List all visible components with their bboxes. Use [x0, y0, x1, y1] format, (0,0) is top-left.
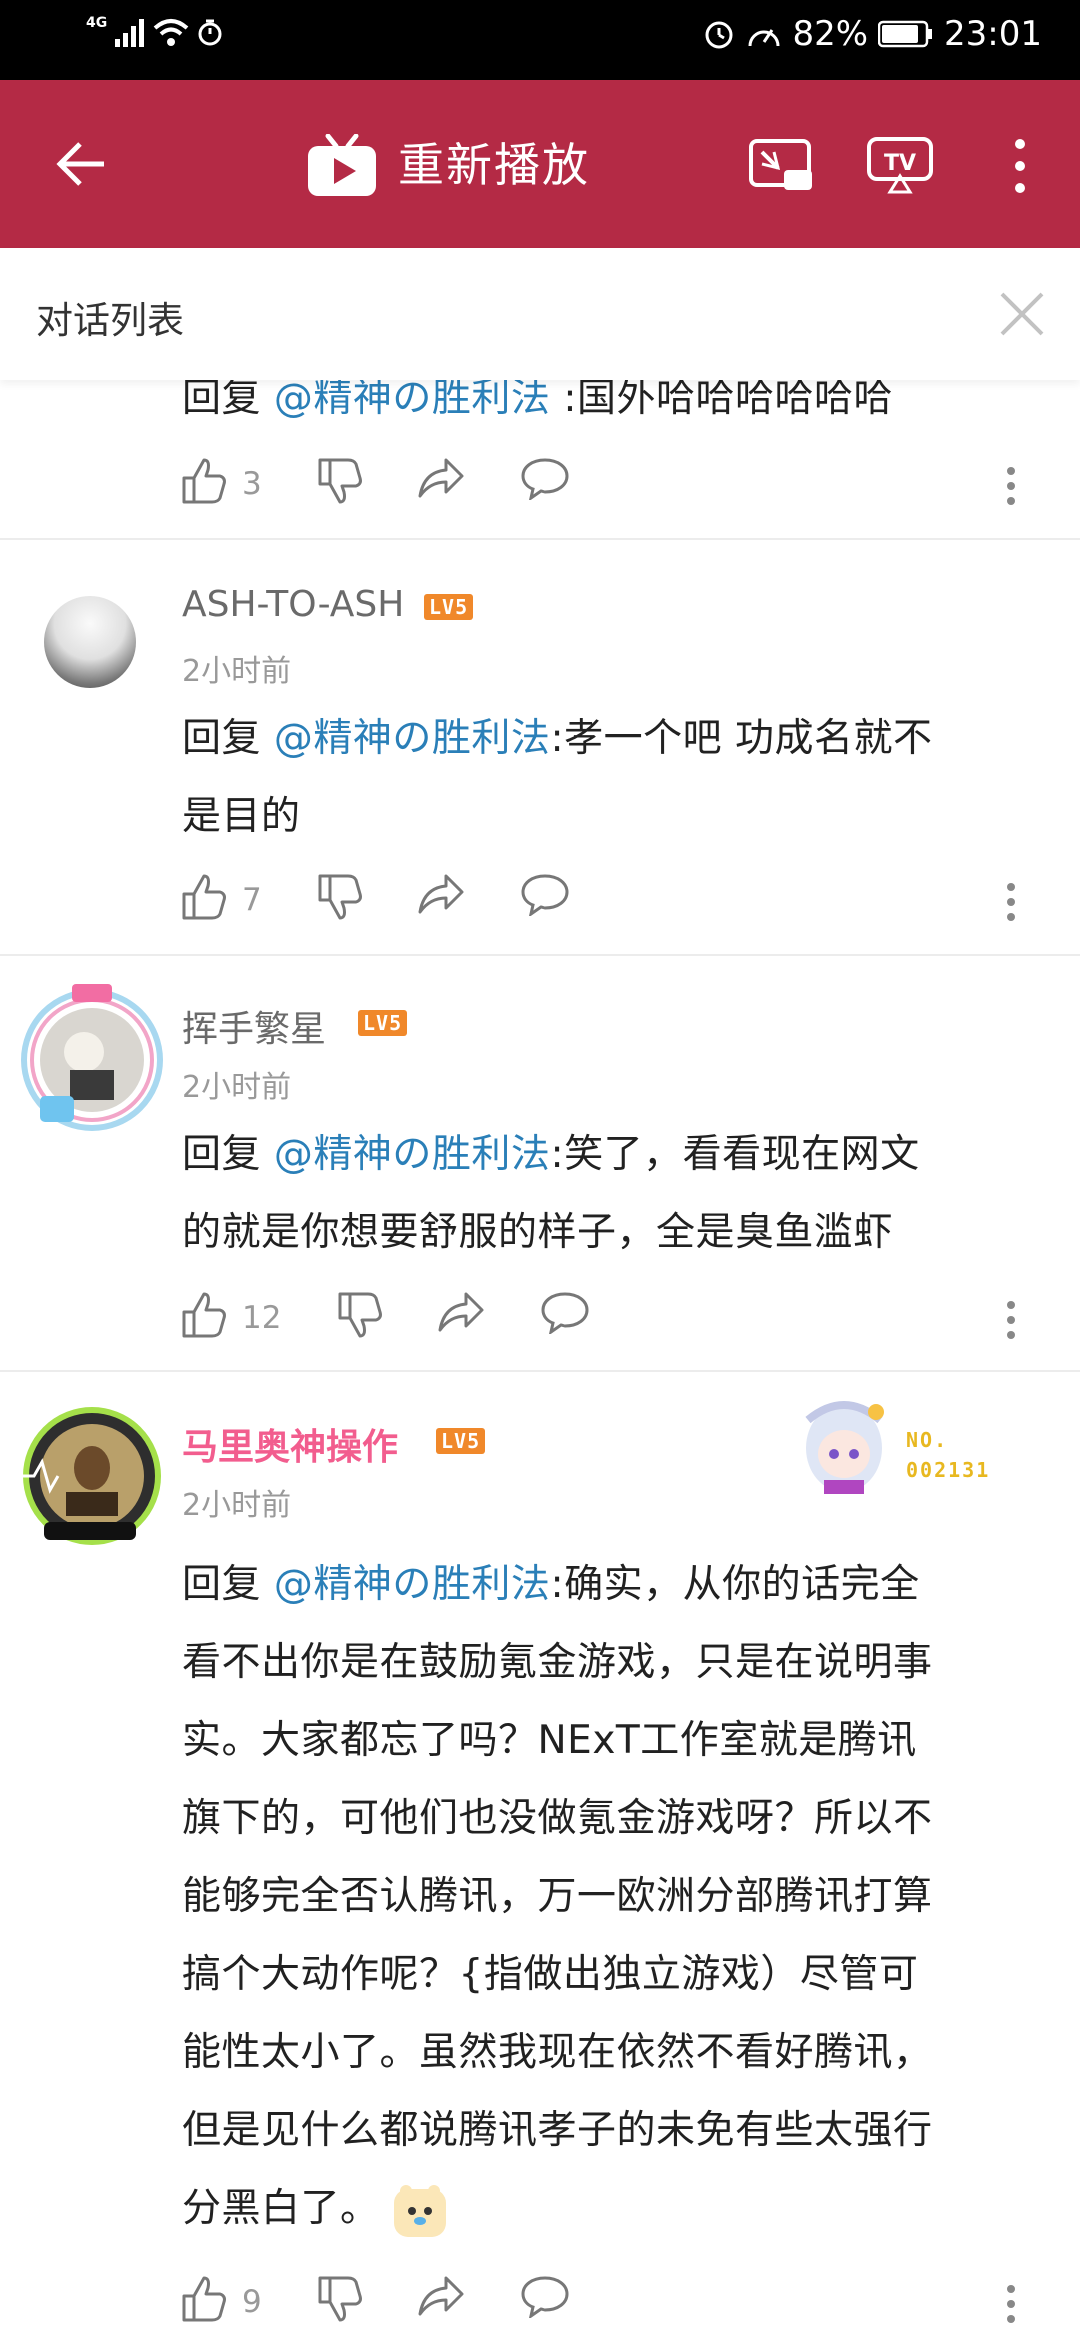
- like-count: 3: [242, 466, 262, 502]
- share-icon[interactable]: [436, 1290, 486, 1334]
- comment-body: 搞个大动作呢？{指做出独立游戏）尽管可: [182, 1952, 919, 1997]
- comment-actions: 12: [180, 1290, 1040, 1350]
- comment-more-icon[interactable]: [1006, 466, 1016, 506]
- comment-text: 回复 @精神の胜利法:确实，从你的话完全 看不出你是在鼓励氪金游戏，只是在说明事…: [182, 1546, 1042, 2248]
- tv-cast-icon[interactable]: TV: [866, 136, 934, 196]
- like-count: 12: [242, 1300, 282, 1336]
- signal-icon: [115, 19, 145, 47]
- svg-text:TV: TV: [884, 151, 916, 176]
- avatar[interactable]: [44, 596, 136, 688]
- timer-icon: [198, 19, 222, 46]
- app-bar: 重新播放 TV: [0, 80, 1080, 248]
- comment-time: 2小时前: [182, 1070, 292, 1105]
- small-window-icon[interactable]: [748, 138, 814, 194]
- like-count: 9: [242, 2284, 262, 2320]
- like-icon[interactable]: [180, 872, 228, 922]
- app-title: 重新播放: [398, 138, 590, 192]
- reply-icon[interactable]: [520, 872, 570, 916]
- alarm-icon: [705, 21, 733, 49]
- mention-link[interactable]: @精神の胜利法: [274, 376, 551, 421]
- comment-time: 2小时前: [182, 1488, 292, 1523]
- share-icon[interactable]: [416, 456, 466, 500]
- username[interactable]: 马里奥神操作: [182, 1418, 398, 1470]
- divider: [0, 1370, 1080, 1372]
- like-icon[interactable]: [180, 1290, 228, 1340]
- wifi-icon: [153, 19, 189, 46]
- dislike-icon[interactable]: [316, 456, 364, 506]
- status-bar: 4G 82% 23:01: [0, 0, 1080, 80]
- speed-icon: [748, 29, 780, 47]
- comment-body: 能性太小了。虽然我现在依然不看好腾讯，: [182, 2030, 933, 2075]
- comment-more-icon[interactable]: [1006, 2284, 1016, 2324]
- dislike-icon[interactable]: [316, 872, 364, 922]
- dialog-title: 对话列表: [36, 299, 184, 342]
- comment-body: 分黑白了。: [182, 2186, 380, 2231]
- reply-icon[interactable]: [520, 456, 570, 500]
- comment-more-icon[interactable]: [1006, 882, 1016, 922]
- reply-prefix: 回复: [182, 1562, 262, 1607]
- comment-actions: 3: [180, 456, 1040, 516]
- username[interactable]: ASH-TO-ASH: [182, 584, 404, 625]
- avatar[interactable]: [14, 980, 170, 1136]
- comment-body: 旗下的，可他们也没做氪金游戏呀？所以不: [182, 1796, 933, 1841]
- fan-badge-icon: [805, 1401, 884, 1494]
- back-arrow-icon[interactable]: [54, 136, 110, 192]
- status-left: 4G: [86, 15, 223, 48]
- close-icon[interactable]: [998, 290, 1046, 338]
- avatar[interactable]: [14, 1396, 170, 1552]
- reply-prefix: 回复: [182, 1132, 262, 1177]
- dialog-header: 对话列表: [0, 248, 1080, 380]
- more-vertical-icon[interactable]: [1004, 136, 1036, 196]
- mention-link[interactable]: @精神の胜利法: [274, 716, 551, 761]
- reply-icon[interactable]: [540, 1290, 590, 1334]
- mention-link[interactable]: @精神の胜利法: [274, 1562, 551, 1607]
- like-icon[interactable]: [180, 456, 228, 506]
- comment-text: 回复 @精神の胜利法:孝一个吧 功成名就不 是目的: [182, 700, 1042, 856]
- battery-icon: [878, 20, 933, 48]
- comment-body: :确实，从你的话完全: [550, 1562, 920, 1607]
- badge-number: 002131: [906, 1458, 991, 1482]
- comment-body: 实。大家都忘了吗？NExT工作室就是腾讯: [182, 1718, 917, 1763]
- level-badge: LV5: [424, 594, 474, 620]
- mention-link[interactable]: @精神の胜利法: [274, 1132, 551, 1177]
- dislike-icon[interactable]: [336, 1290, 384, 1340]
- comment-text: 回复 @精神の胜利法:笑了，看看现在网文 的就是你想要舒服的样子，全是臭鱼滥虾: [182, 1116, 1042, 1272]
- comment-more-icon[interactable]: [1006, 1300, 1016, 1340]
- comment-body: 看不出你是在鼓励氪金游戏，只是在说明事: [182, 1640, 933, 1685]
- level-badge: LV5: [358, 1010, 408, 1036]
- comment-body: 但是见什么都说腾讯孝子的未免有些太强行: [182, 2108, 933, 2153]
- dislike-icon[interactable]: [316, 2274, 364, 2324]
- comment-body: 的就是你想要舒服的样子，全是臭鱼滥虾: [182, 1210, 894, 1255]
- like-count: 7: [242, 882, 262, 918]
- status-right: 82% 23:01: [702, 14, 1042, 54]
- divider: [0, 954, 1080, 956]
- reply-prefix: 回复: [182, 376, 262, 421]
- comment-time: 2小时前: [182, 654, 292, 689]
- like-icon[interactable]: [180, 2274, 228, 2324]
- comment-body: 能够完全否认腾讯，万一欧洲分部腾讯打算: [182, 1874, 933, 1919]
- comment-body: 是目的: [182, 794, 301, 839]
- avatar-frame-icon: [18, 1407, 161, 1545]
- level-badge: LV5: [436, 1428, 486, 1454]
- comment-body: :国外哈哈哈哈哈哈: [563, 376, 893, 421]
- comment-actions: 7: [180, 872, 1040, 932]
- comment-actions: 9: [180, 2274, 1040, 2334]
- username[interactable]: 挥手繁星: [182, 1000, 326, 1052]
- network-label: 4G: [86, 15, 108, 31]
- comment-body: :孝一个吧 功成名就不: [550, 716, 933, 761]
- divider: [0, 538, 1080, 540]
- avatar-frame-icon: [21, 984, 163, 1131]
- clock: 23:01: [944, 14, 1042, 54]
- reply-prefix: 回复: [182, 716, 262, 761]
- bilibili-tv-logo-icon: [308, 134, 376, 196]
- reply-icon[interactable]: [520, 2274, 570, 2318]
- share-icon[interactable]: [416, 872, 466, 916]
- battery-percent: 82%: [792, 14, 869, 54]
- emoji-icon: [394, 2184, 447, 2237]
- share-icon[interactable]: [416, 2274, 466, 2318]
- comment-body: :笑了，看看现在网文: [550, 1132, 920, 1177]
- badge-no-label: NO.: [906, 1428, 949, 1452]
